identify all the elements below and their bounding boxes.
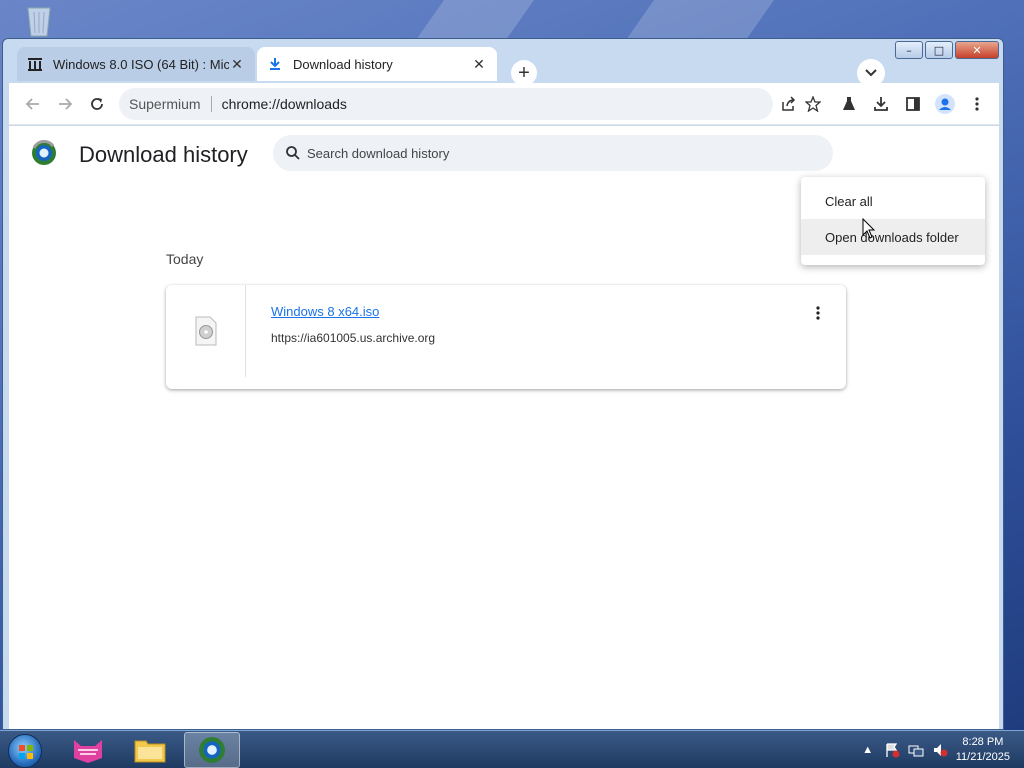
cat-app-icon (74, 740, 102, 763)
side-panel-button[interactable] (901, 92, 925, 116)
reload-button[interactable] (85, 92, 109, 116)
file-name-link[interactable]: Windows 8 x64.iso (271, 304, 379, 319)
more-actions-button[interactable] (808, 303, 828, 323)
tab-strip: Windows 8.0 ISO (64 Bit) : Micr ✕ Downlo… (9, 47, 943, 87)
divider (210, 96, 212, 112)
star-icon (805, 96, 821, 112)
menu-item-clear-all[interactable]: Clear all (801, 183, 985, 219)
wallpaper-streak (625, 0, 775, 40)
url-text: chrome://downloads (221, 96, 347, 112)
bookmark-button[interactable] (801, 92, 825, 116)
forward-button[interactable] (53, 92, 77, 116)
close-window-button[interactable]: ✕ (955, 41, 999, 59)
extensions-button[interactable] (837, 92, 861, 116)
browser-brand: Supermium (129, 96, 201, 112)
browser-window: – □ ✕ Windows 8.0 ISO (64 Bit) : Micr ✕ … (2, 38, 1004, 730)
volume-muted-icon[interactable] (932, 742, 948, 758)
date-header: Today (166, 251, 204, 267)
supermium-logo-icon (31, 139, 57, 166)
mouse-cursor-icon (862, 217, 876, 245)
folder-icon (134, 740, 166, 763)
chevron-down-icon (865, 69, 877, 77)
show-hidden-icons-icon[interactable]: ▲ (860, 742, 876, 758)
start-button[interactable] (8, 734, 42, 768)
search-input[interactable]: Search download history (273, 135, 833, 171)
search-icon (286, 146, 300, 160)
browser-toolbar: Supermium chrome://downloads (9, 83, 999, 125)
address-bar[interactable]: Supermium chrome://downloads (119, 88, 773, 120)
download-item: Windows 8 x64.iso https://ia601005.us.ar… (166, 285, 846, 389)
page-title: Download history (79, 142, 248, 167)
flask-icon (843, 97, 855, 110)
taskbar: ▲ 8:28 PM 11/21/2025 (0, 730, 1024, 768)
back-button[interactable] (21, 92, 45, 116)
menu-button[interactable] (965, 92, 989, 116)
close-icon[interactable]: ✕ (229, 56, 245, 72)
taskbar-app-cat[interactable] (60, 732, 116, 768)
avatar-icon (935, 94, 955, 114)
downloads-button[interactable] (869, 92, 893, 116)
download-icon (267, 56, 283, 72)
system-tray: ▲ 8:28 PM 11/21/2025 (860, 734, 1010, 766)
tab-title: Download history (293, 56, 393, 72)
tab-download-history[interactable]: Download history ✕ (257, 47, 497, 81)
clock-time: 8:28 PM (962, 736, 1004, 748)
share-button[interactable] (777, 92, 801, 116)
network-icon[interactable] (908, 742, 924, 758)
taskbar-file-explorer[interactable] (122, 732, 178, 768)
windows-logo-icon (19, 745, 33, 759)
archive-icon (27, 56, 43, 72)
share-icon (782, 96, 796, 111)
wallpaper-streak (415, 0, 535, 40)
kebab-menu-icon (816, 306, 820, 320)
forward-arrow-icon (59, 98, 73, 110)
tab-archive[interactable]: Windows 8.0 ISO (64 Bit) : Micr ✕ (17, 47, 255, 81)
file-source-url: https://ia601005.us.archive.org (271, 331, 436, 345)
taskbar-supermium[interactable] (184, 732, 240, 768)
clock-date: 11/21/2025 (955, 751, 1010, 763)
file-icon-cell (166, 285, 246, 377)
close-icon[interactable]: ✕ (471, 56, 487, 72)
action-center-flag-icon[interactable] (884, 742, 900, 758)
page-overflow-menu: Clear all Open downloads folder (801, 177, 985, 265)
side-panel-icon (906, 97, 920, 111)
recycle-bin-icon[interactable] (20, 4, 58, 38)
search-placeholder: Search download history (307, 145, 450, 161)
disc-image-file-icon (195, 316, 216, 346)
back-arrow-icon (25, 98, 39, 110)
menu-item-open-downloads-folder[interactable]: Open downloads folder (801, 219, 985, 255)
downloads-page: Download history Search download history… (9, 126, 999, 729)
system-clock[interactable]: 8:28 PM 11/21/2025 (956, 735, 1010, 765)
reload-icon (91, 98, 103, 110)
kebab-menu-icon (975, 97, 979, 111)
tab-title: Windows 8.0 ISO (64 Bit) : Micr (53, 56, 229, 72)
supermium-icon (199, 737, 225, 763)
download-icon (874, 97, 888, 111)
profile-button[interactable] (933, 92, 957, 116)
